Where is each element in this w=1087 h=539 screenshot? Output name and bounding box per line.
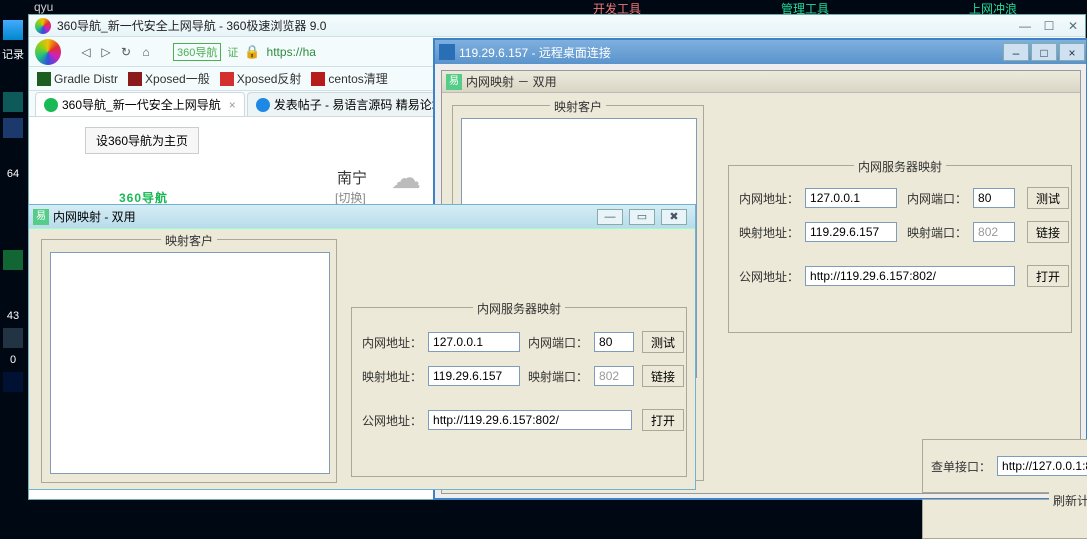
input-public-addr[interactable] [428,410,632,430]
input-intranet-addr[interactable] [428,332,520,352]
city-label[interactable]: 南宁 [337,167,367,188]
bookmark-item[interactable]: centos清理 [311,70,387,87]
e-lang-icon: 易 [33,209,49,225]
bookmark-item[interactable]: Xposed一般 [128,70,210,87]
url-site-tag: 360导航 [173,43,221,61]
rdp-titlebar[interactable]: 119.29.6.157 - 远程桌面连接 – □ × [435,40,1086,64]
label-map-addr: 映射地址： [362,368,422,385]
tab-close-icon[interactable]: × [229,98,236,112]
forward-button[interactable]: ▷ [99,45,113,59]
label-intranet-port: 内网端口： [528,334,588,351]
browser-favicon [35,18,51,34]
input-public-addr[interactable] [805,266,1015,286]
input-intranet-port[interactable] [594,332,634,352]
input-map-addr[interactable] [428,366,520,386]
tab-label: 360导航_新一代安全上网导航 [62,96,221,113]
remote-app-titlebar[interactable]: 易 内网映射 － 双用 [442,71,1080,93]
query-groupbox: 查单接口： [922,439,1087,493]
local-app-window: 易 内网映射 - 双用 — ▭ ✖ 映射客户 内网服务器映射 内网地址： 内网端… [28,204,696,490]
client-groupbox: 映射客户 [41,239,337,483]
dock-icon[interactable] [3,92,23,112]
home-button[interactable]: ⌂ [139,45,153,59]
weather-icon: ☁ [391,161,421,196]
dock-num: 0 [0,354,26,366]
input-intranet-addr[interactable] [805,188,897,208]
server-groupbox: 内网服务器映射 内网地址： 内网端口： 测试 映射地址： 映射端口： [728,165,1072,333]
set-home-button[interactable]: 设360导航为主页 [85,127,199,154]
lock-icon: 🔒 [244,44,260,60]
minimize-button[interactable]: — [597,209,623,225]
dock-icon[interactable] [3,118,23,138]
open-button[interactable]: 打开 [1027,265,1069,287]
maximize-button[interactable]: □ [1031,43,1057,61]
bookmark-item[interactable]: Xposed反射 [220,70,302,87]
label-query-port: 查单接口： [931,458,991,475]
left-dock: 记录 64 43 0 [0,14,26,398]
label-map-port: 映射端口： [528,368,588,385]
refresh-groupbox: 刷新计时 [922,499,1087,539]
dock-label-record: 记录 [0,46,26,62]
browser-titlebar[interactable]: 360导航_新一代安全上网导航 - 360极速浏览器 9.0 — ☐ ✕ [29,15,1085,37]
url-cert-badge: 证 [227,44,238,60]
minimize-button[interactable]: — [1013,19,1037,33]
bookmark-item[interactable]: Gradle Distr [37,72,118,86]
label-intranet-port: 内网端口： [907,190,967,207]
input-map-port[interactable] [594,366,634,386]
browser-title-text: 360导航_新一代安全上网导航 - 360极速浏览器 9.0 [57,17,1013,34]
input-map-addr[interactable] [805,222,897,242]
link-button[interactable]: 链接 [642,365,684,387]
minimize-button[interactable]: – [1003,43,1029,61]
label-public-addr: 公网地址： [362,412,422,429]
input-intranet-port[interactable] [973,188,1015,208]
back-button[interactable]: ◁ [79,45,93,59]
input-map-port[interactable] [973,222,1015,242]
browser-logo-icon[interactable] [35,39,61,65]
groupbox-legend: 映射客户 [161,232,217,249]
link-button[interactable]: 链接 [1027,221,1069,243]
tab-favicon [44,98,58,112]
close-button[interactable]: × [1059,43,1085,61]
server-groupbox: 内网服务器映射 内网地址： 内网端口： 测试 映射地址： 映射端口： 链接 公网… [351,307,687,477]
groupbox-legend: 刷新计时 [1049,492,1087,509]
test-button[interactable]: 测试 [642,331,684,353]
maximize-button[interactable]: ☐ [1037,19,1061,33]
client-listbox[interactable] [50,252,330,474]
dock-num: 43 [0,310,26,322]
groupbox-legend: 内网服务器映射 [473,300,565,317]
local-app-titlebar[interactable]: 易 内网映射 - 双用 — ▭ ✖ [29,205,695,229]
rdp-title-text: 119.29.6.157 - 远程桌面连接 [459,44,611,61]
label-intranet-addr: 内网地址： [362,334,422,351]
groupbox-legend: 映射客户 [550,98,606,115]
input-query-port[interactable] [997,456,1087,476]
label-map-addr: 映射地址： [739,224,799,241]
local-app-title: 内网映射 - 双用 [53,208,136,225]
dock-icon[interactable] [3,250,23,270]
label-public-addr: 公网地址： [739,268,799,285]
dock-num: 64 [0,168,26,180]
close-button[interactable]: ✕ [1061,19,1085,33]
e-lang-icon: 易 [446,74,462,90]
tab-label: 发表帖子 - 易语言源码 精易论坛 [274,96,444,113]
tab-active[interactable]: 360导航_新一代安全上网导航 × [35,92,245,116]
rdp-icon [439,44,455,60]
url-text[interactable]: https://ha [267,45,316,59]
dock-icon[interactable] [3,372,23,392]
test-button[interactable]: 测试 [1027,187,1069,209]
tab-favicon [256,98,270,112]
reload-button[interactable]: ↻ [119,45,133,59]
label-map-port: 映射端口： [907,224,967,241]
dock-icon[interactable] [3,20,23,40]
label-intranet-addr: 内网地址： [739,190,799,207]
remote-app-title: 内网映射 － 双用 [466,73,557,90]
maximize-button[interactable]: ▭ [629,209,655,225]
close-button[interactable]: ✖ [661,209,687,225]
tab-inactive[interactable]: 发表帖子 - 易语言源码 精易论坛 [247,92,453,116]
groupbox-legend: 内网服务器映射 [854,158,946,175]
open-button[interactable]: 打开 [642,409,684,431]
dock-icon[interactable] [3,328,23,348]
